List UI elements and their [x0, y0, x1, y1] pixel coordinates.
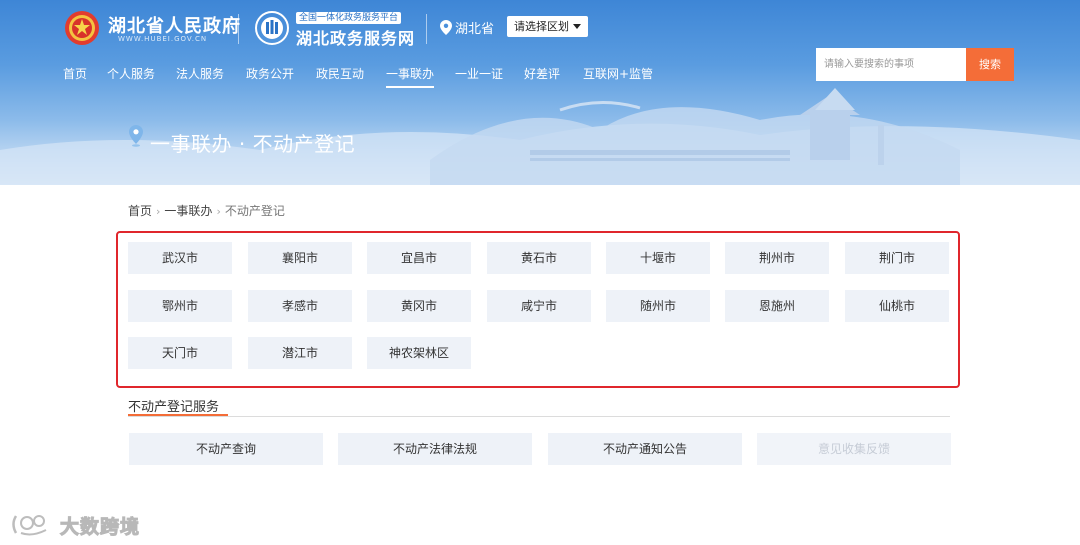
city-button-suizhou[interactable]: 随州市 [606, 290, 710, 322]
location-pin-icon [129, 125, 143, 147]
service-button-notices[interactable]: 不动产通知公告 [548, 433, 742, 465]
city-button-huanggang[interactable]: 黄冈市 [367, 290, 471, 322]
city-button-xianning[interactable]: 咸宁市 [487, 290, 591, 322]
header-divider [426, 14, 427, 44]
platform-badge: 全国一体化政务服务平台 [296, 12, 402, 24]
city-button-wuhan[interactable]: 武汉市 [128, 242, 232, 274]
service-button-query[interactable]: 不动产查询 [129, 433, 323, 465]
city-button-qianjiang[interactable]: 潜江市 [248, 337, 352, 369]
nav-item-home[interactable]: 首页 [63, 65, 87, 82]
chevron-right-icon: › [156, 205, 161, 218]
nav-item-enterprise[interactable]: 法人服务 [176, 65, 224, 82]
platform-logo-icon [255, 11, 289, 45]
city-button-xiangyang[interactable]: 襄阳市 [248, 242, 352, 274]
platform-name[interactable]: 湖北政务服务网 [296, 25, 415, 49]
breadcrumb-one-stop[interactable]: 一事联办 [164, 202, 212, 219]
city-button-shiyan[interactable]: 十堰市 [606, 242, 710, 274]
search-input[interactable]: 请输入要搜索的事项 [816, 48, 966, 81]
nav-item-interaction[interactable]: 政民互动 [316, 65, 364, 82]
service-button-feedback: 意见收集反馈 [757, 433, 951, 465]
location-pin-icon [440, 20, 452, 35]
search-button[interactable]: 搜索 [966, 48, 1014, 81]
site-header: 湖北省人民政府 WWW.HUBEI.GOV.CN 全国一体化政务服务平台 湖北政… [0, 0, 1080, 185]
services-section-title: 不动产登记服务 [128, 400, 220, 415]
chevron-right-icon: › [216, 205, 221, 218]
city-button-xiaogan[interactable]: 孝感市 [248, 290, 352, 322]
watermark-text: 大数跨境 [59, 516, 141, 539]
nav-item-supervision[interactable]: 互联网+监管 [583, 65, 653, 82]
section-divider [128, 416, 950, 417]
current-province: 湖北省 [455, 22, 495, 37]
city-button-ezhou[interactable]: 鄂州市 [128, 290, 232, 322]
caret-down-icon [573, 24, 581, 29]
region-select[interactable]: 请选择区划 [507, 16, 588, 37]
breadcrumb-current: 不动产登记 [224, 204, 285, 218]
city-button-shennongjia[interactable]: 神农架林区 [367, 337, 471, 369]
site-subtitle: WWW.HUBEI.GOV.CN [118, 35, 208, 43]
national-emblem-icon [65, 11, 99, 45]
nav-item-rating[interactable]: 好差评 [524, 65, 560, 82]
nav-item-public-affairs[interactable]: 政务公开 [246, 65, 294, 82]
breadcrumb-home[interactable]: 首页 [128, 202, 152, 219]
page-title: 一事联办 · 不动产登记 [150, 132, 356, 156]
city-button-enshi[interactable]: 恩施州 [725, 290, 829, 322]
breadcrumb: 首页 › 一事联办 › 不动产登记 [128, 202, 285, 219]
city-button-tianmen[interactable]: 天门市 [128, 337, 232, 369]
city-button-xiantao[interactable]: 仙桃市 [845, 290, 949, 322]
header-divider [238, 14, 239, 44]
watermark-logo-icon [12, 515, 47, 536]
service-button-laws[interactable]: 不动产法律法规 [338, 433, 532, 465]
nav-item-one-stop[interactable]: 一事联办 [386, 65, 435, 88]
city-button-jingmen[interactable]: 荆门市 [845, 242, 949, 274]
region-select-label: 请选择区划 [514, 20, 569, 33]
city-button-yichang[interactable]: 宜昌市 [367, 242, 471, 274]
nav-item-one-license[interactable]: 一业一证 [455, 65, 503, 82]
city-button-huangshi[interactable]: 黄石市 [487, 242, 591, 274]
city-button-jingzhou[interactable]: 荆州市 [725, 242, 829, 274]
nav-item-personal[interactable]: 个人服务 [107, 65, 155, 82]
